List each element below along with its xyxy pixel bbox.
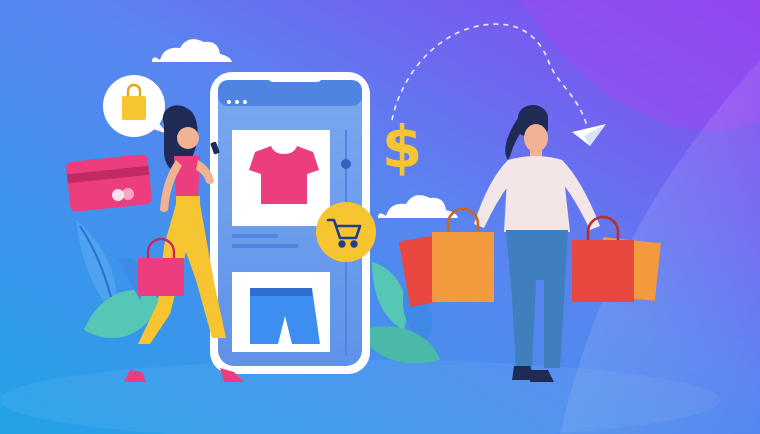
- scrollbar-thumb: [341, 159, 351, 169]
- paper-plane-icon: [572, 124, 606, 146]
- credit-card-icon: [66, 154, 152, 212]
- speech-bubble: [103, 75, 168, 137]
- woman-with-bags: [398, 104, 661, 382]
- window-dots: [227, 100, 247, 104]
- illustration-layer: [66, 23, 661, 382]
- shopping-cart-badge: [316, 202, 376, 262]
- ecommerce-illustration: $: [0, 0, 760, 434]
- product-price-placeholder: [232, 244, 298, 248]
- shopping-bag-icon: [572, 215, 661, 302]
- cloud-icon: [378, 195, 458, 218]
- cloud-icon: [152, 39, 232, 62]
- dollar-sign-icon: $: [381, 113, 423, 181]
- product-title-placeholder: [232, 234, 278, 238]
